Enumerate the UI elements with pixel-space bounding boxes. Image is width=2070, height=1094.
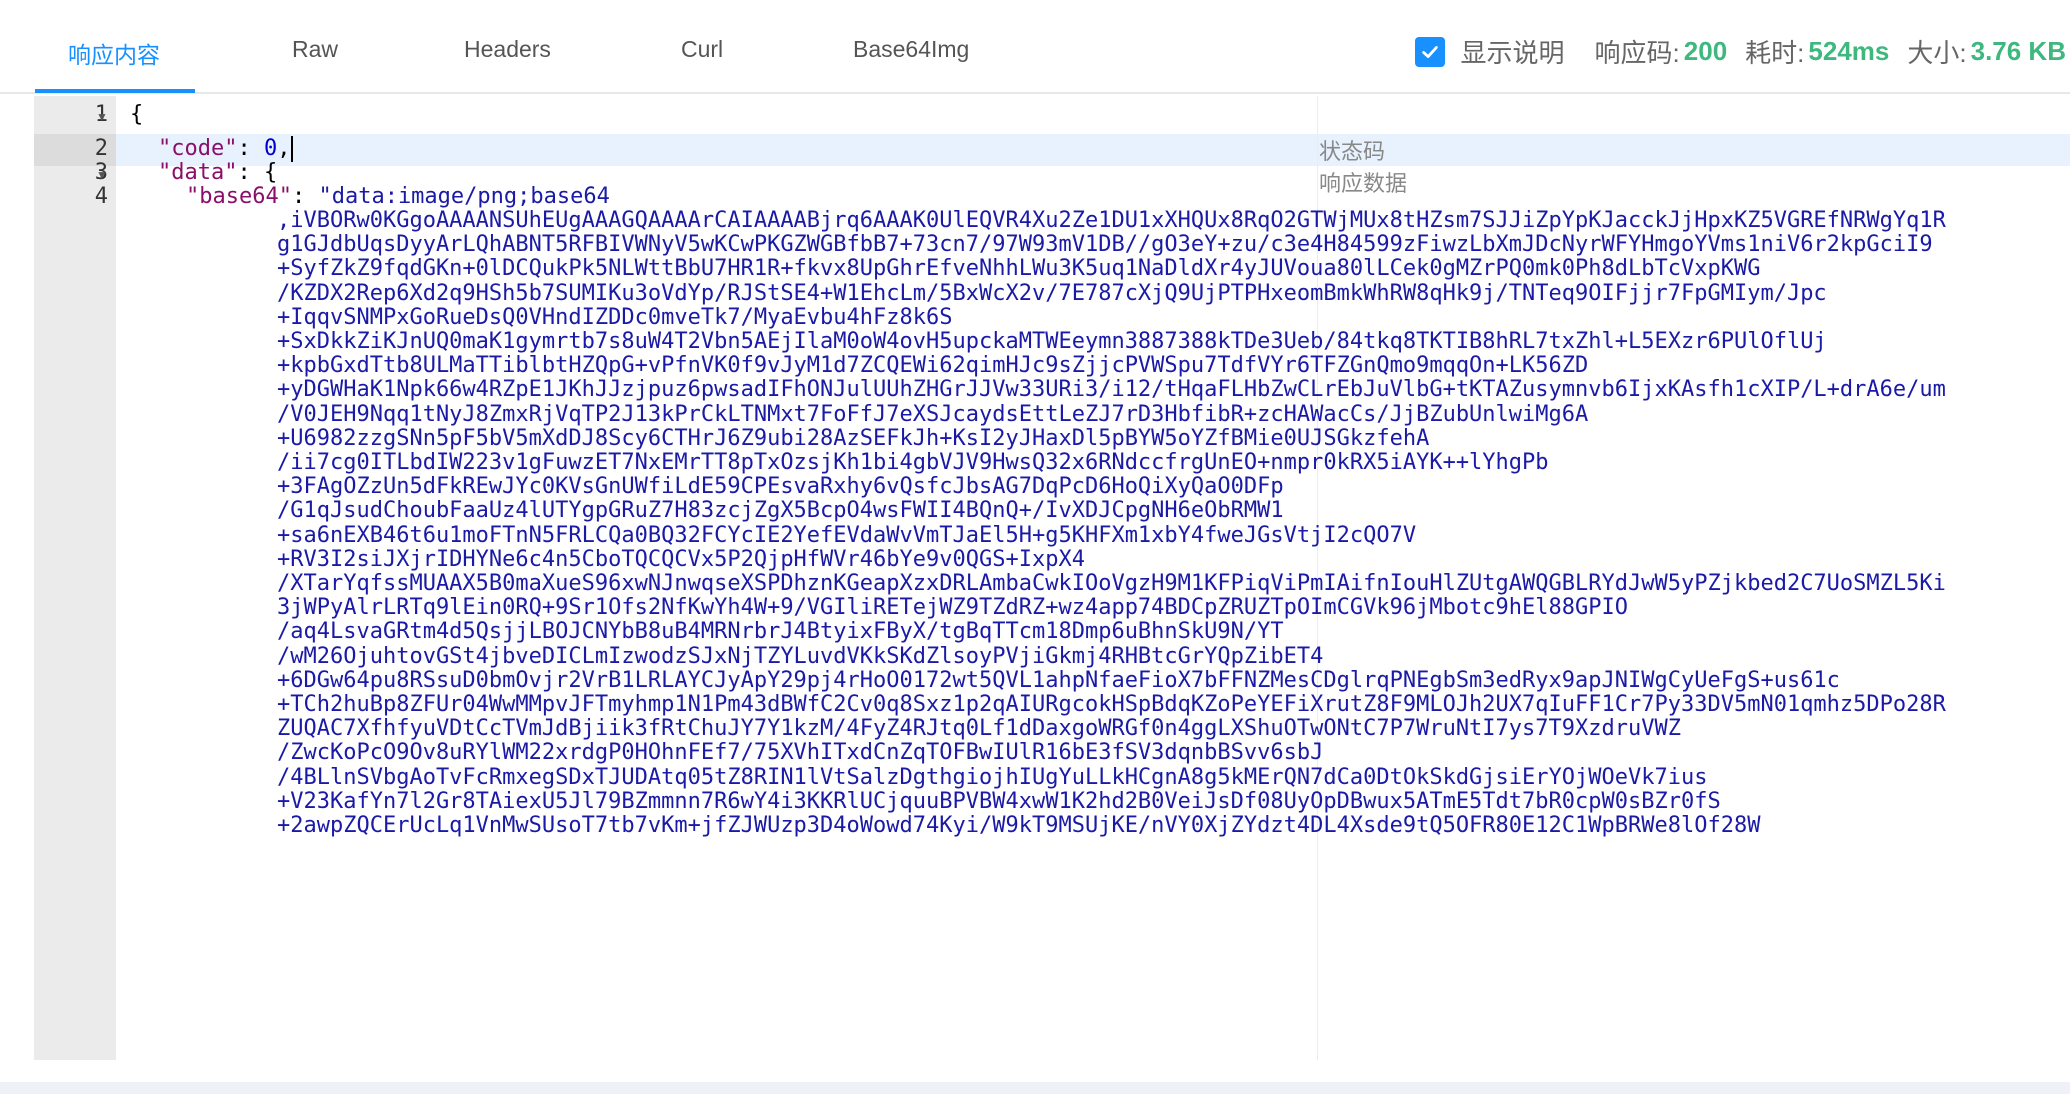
base64-line: +RV3I2siJXjrIDHYNe6c4n5CboTQCQCVx5P2QjpH… — [277, 546, 1085, 572]
base64-line: g1GJdbUqsDyyArLQhABNT5RFBIVWNyV5wKCwPKGZ… — [277, 232, 1933, 258]
status-code-value: 200 — [1683, 36, 1728, 66]
code-line-1: { — [130, 102, 143, 127]
bottom-bar — [0, 1082, 2070, 1094]
base64-line: +sa6nEXB46t6u1moFTnN5FRLCQa0BQ32FCYcIE2Y… — [277, 522, 1417, 548]
json-key-data: "data" — [158, 160, 238, 185]
colon: : — [237, 136, 264, 161]
base64-line: +V23KafYn7l2Gr8TAiexU5Jl79BZmmnn7R6wY4i3… — [277, 788, 1721, 814]
tab-headers[interactable]: Headers — [464, 36, 551, 63]
base64-line: +IqqvSNMPxGoRueDsQ0VHndIZDDc0mveTk7/MyaE… — [277, 304, 953, 330]
base64-line: +2awpZQCErUcLq1VnMwSUsoT7tb7vKm+jfZJWUzp… — [277, 813, 1761, 838]
base64-line: /aq4LsvaGRtm4d5QsjjLBOJCNYbB8uB4MRNrbrJ4… — [277, 619, 1284, 645]
json-response-editor[interactable]: 1 ▼ 2 3 ▼ 4 { "code": 0, "data": { "base… — [34, 96, 2070, 1060]
base64-line: +TCh2huBp8ZFUr04WwMMpvJFTmyhmp1N1Pm43dBW… — [277, 692, 1946, 717]
check-icon — [1421, 45, 1438, 58]
base64-line: +SxDkkZiKJnUQ0maK1gymrtb7s8uW4T2Vbn5AEjI… — [277, 329, 1827, 354]
json-value-base64: "data:image/png;base64 — [318, 184, 610, 209]
base64-line: /ZwcKoPcO9Ov8uRYlWM22xrdgP0HOhnFEf7/75XV… — [277, 740, 1324, 766]
active-tab-indicator — [35, 89, 195, 93]
base64-line: 3jWPyAlrLRTq9lEin0RQ+9Sr1Ofs2NfKwYh4W+9/… — [277, 595, 1629, 621]
size-label: 大小: — [1907, 38, 1967, 68]
base64-line: /wM26OjuhtovGSt4jbveDICLmIzwodzSJxNjTZYL… — [277, 643, 1324, 669]
line-number: 2 — [94, 136, 108, 161]
base64-line: +U6982zzgSNn5pF5bV5mXdDJ8Scy6CTHrJ6Z9ubi… — [277, 425, 1430, 451]
tab-raw[interactable]: Raw — [292, 36, 338, 63]
base64-line: /XTarYqfssMUAAX5B0maXueS96xwNJnwqseXSPDh… — [277, 571, 1946, 596]
comma: , — [277, 136, 291, 161]
line-number: 4 — [94, 184, 108, 209]
code-line-3: "data": { — [158, 160, 277, 185]
base64-line: /G1qJsudChoubFaaUz4lUTYgpGRuZ7H83zcjZgX5… — [277, 498, 1284, 524]
time-label: 耗时: — [1745, 38, 1805, 68]
status-code-label: 响应码: — [1594, 38, 1680, 68]
json-value-code: 0 — [263, 136, 278, 161]
annotation-code: 状态码 — [1319, 139, 1386, 164]
code-line-4: "base64": "data:image/png;base64 — [186, 184, 610, 209]
show-description-label[interactable]: 显示说明 — [1461, 33, 1565, 70]
code-area[interactable]: { "code": 0, "data": { "base64": "data:i… — [116, 96, 2070, 1060]
base64-line: /V0JEH9Nqq1tNyJ8ZmxRjVqTP2J13kPrCkLTNMxt… — [277, 401, 1589, 427]
base64-line: +SyfZkZ9fqdGKn+0lDCQukPk5NLWttBbU7HR1R+f… — [277, 256, 1761, 282]
text-cursor — [291, 136, 294, 162]
response-tab-bar: 响应内容 Raw Headers Curl Base64Img 显示说明 响应码… — [0, 0, 2070, 94]
size-value: 3.76 KB — [1970, 36, 2066, 66]
base64-line: /4BLlnSVbgAoTvFcRmxegSDxTJUDAtq05tZ8RIN1… — [277, 764, 1708, 790]
time-value: 524ms — [1808, 36, 1890, 66]
base64-line: /KZDX2Rep6Xd2q9HSh5b7SUMIKu3oVdYp/RJStSE… — [277, 280, 1827, 306]
brace-open: { — [130, 102, 144, 127]
colon: : — [291, 184, 319, 209]
line-number-gutter: 1 ▼ 2 3 ▼ 4 — [34, 96, 116, 1060]
base64-line: ZUQAC7XfhfyuVDtCcTVmJdBjiik3fRtChuJY7Y1k… — [277, 716, 1681, 742]
show-description-checkbox[interactable] — [1414, 36, 1445, 67]
fold-arrow-icon[interactable]: ▼ — [96, 168, 108, 182]
response-status: 显示说明 响应码: 200 耗时: 524ms 大小: 3.76 KB — [1414, 33, 2066, 70]
json-key-base64: "base64" — [186, 184, 292, 209]
annotation-data: 响应数据 — [1319, 171, 1408, 196]
base64-line: +yDGWHaK1Npk66w4RZpE1JKhJJzjpuz6pwsadIFh… — [277, 377, 1946, 403]
base64-line: ,iVBORw0KGgoAAAANSUhEUgAAAGQAAAArCAIAAAA… — [277, 208, 1946, 233]
base64-line: /ii7cg0ITLbdIW223v1gFuwzET7NxEMrTT8pTxOz… — [277, 450, 1549, 475]
tab-base64img[interactable]: Base64Img — [853, 36, 969, 63]
base64-line: +kpbGxdTtb8ULMaTTiblbtHZQpG+vPfnVK0f9vJy… — [277, 353, 1589, 379]
object-open: : { — [237, 160, 278, 185]
base64-line: +6DGw64pu8RSsuD0bmOvjr2VrB1LRLAYCJyApY29… — [277, 667, 1840, 693]
tab-response-content[interactable]: 响应内容 — [68, 36, 160, 70]
json-key-code: "code" — [158, 136, 238, 161]
tab-curl[interactable]: Curl — [681, 36, 723, 63]
active-line-highlight — [116, 134, 2070, 166]
base64-line: +3FAgOZzUn5dFkREwJYc0KVsGnUWfiLdE59CPEsv… — [277, 474, 1284, 500]
fold-arrow-icon[interactable]: ▼ — [96, 110, 108, 124]
code-line-2: "code": 0, — [158, 136, 294, 162]
